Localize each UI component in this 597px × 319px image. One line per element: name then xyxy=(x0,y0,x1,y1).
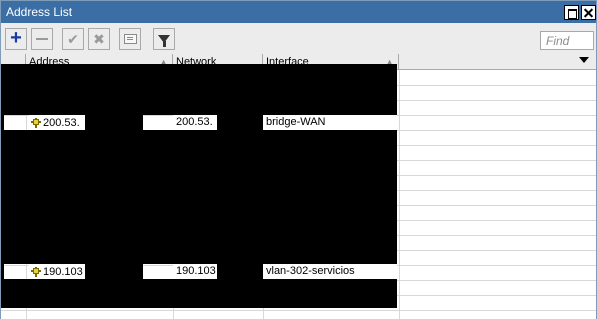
plus-icon: + xyxy=(10,27,22,49)
redaction-block xyxy=(1,279,397,308)
address-value: 190.103 xyxy=(43,266,83,278)
note-icon xyxy=(123,34,137,44)
table-row[interactable]: 190.103 190.103 vlan-302-servicios xyxy=(1,264,596,279)
filter-button[interactable] xyxy=(153,28,175,50)
find-input[interactable]: Find xyxy=(540,31,594,50)
check-icon: ✔ xyxy=(67,30,79,47)
x-icon: ✖ xyxy=(93,30,105,47)
grid-line xyxy=(1,310,596,311)
minus-icon xyxy=(36,38,48,40)
interface-cell: bridge-WAN xyxy=(263,115,397,130)
disable-button[interactable]: ✖ xyxy=(88,28,110,50)
address-cell: 190.103 xyxy=(29,264,85,279)
grid-line xyxy=(399,70,400,319)
toolbar: + ✔ ✖ xyxy=(1,23,596,54)
address-icon xyxy=(31,118,41,128)
address-list-window: Address List + ✔ ✖ Find Address ▲ Networ… xyxy=(0,0,597,319)
restore-button[interactable] xyxy=(564,5,579,20)
table-row[interactable]: 200.53. 200.53. bridge-WAN xyxy=(1,115,596,130)
interface-cell: vlan-302-servicios xyxy=(263,264,397,279)
funnel-stem xyxy=(163,41,166,47)
redaction-block xyxy=(1,130,397,264)
address-value: 200.53. xyxy=(43,117,80,129)
enable-button[interactable]: ✔ xyxy=(62,28,84,50)
address-cell: 200.53. xyxy=(29,115,85,130)
remove-button[interactable] xyxy=(31,28,53,50)
network-cell: 190.103 xyxy=(173,264,217,279)
add-button[interactable]: + xyxy=(5,28,27,50)
redaction-block xyxy=(1,64,397,115)
address-icon xyxy=(31,267,41,277)
network-cell: 200.53. xyxy=(173,115,217,130)
close-button[interactable] xyxy=(581,5,596,20)
comment-button[interactable] xyxy=(119,28,141,50)
title-bar[interactable]: Address List xyxy=(1,1,596,23)
window-title: Address List xyxy=(6,5,73,19)
column-menu-icon[interactable] xyxy=(579,57,589,63)
address-table: Address ▲ Network Interface ▲ 200.53. 20… xyxy=(1,54,596,319)
